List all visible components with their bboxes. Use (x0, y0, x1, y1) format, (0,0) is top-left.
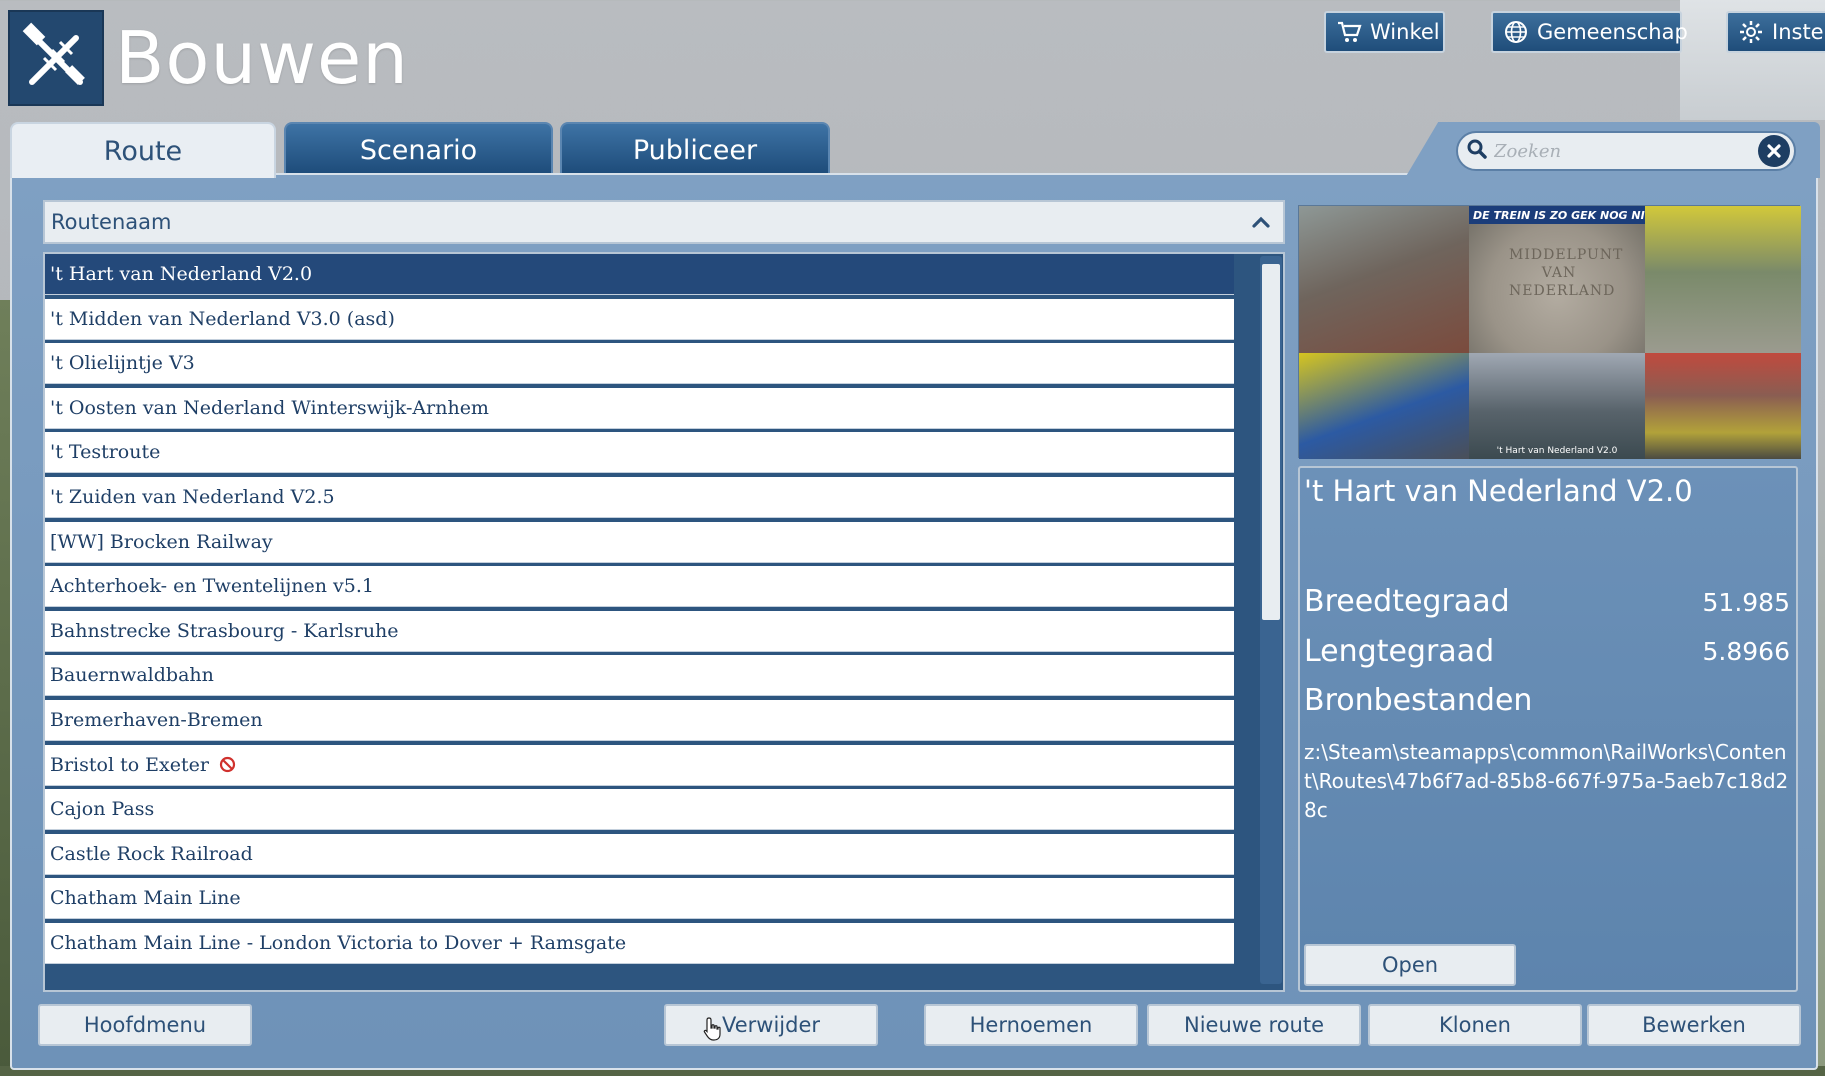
background-scenery-left (0, 300, 10, 1076)
route-row[interactable]: Chatham Main Line - London Victoria to D… (45, 922, 1234, 964)
edit-button[interactable]: Bewerken (1587, 1004, 1801, 1046)
route-row[interactable]: Bauernwaldbahn (45, 655, 1234, 697)
main-menu-button[interactable]: Hoofdmenu (38, 1004, 252, 1046)
tab-publish-label: Publiceer (632, 134, 758, 166)
route-details-title: 't Hart van Nederland V2.0 (1304, 474, 1693, 508)
globe-icon (1503, 19, 1529, 45)
tab-scenario-label: Scenario (359, 134, 478, 166)
gear-icon (1738, 19, 1764, 45)
latitude-label: Breedtegraad (1304, 584, 1510, 619)
route-row[interactable]: Bremerhaven-Bremen (45, 699, 1234, 741)
new-route-button[interactable]: Nieuwe route (1147, 1004, 1361, 1046)
preview-stone-photo: DE TREIN IS ZO GEK NOG NIET MIDDELPUNT V… (1469, 206, 1645, 353)
route-name: Bauernwaldbahn (50, 664, 214, 687)
rename-button[interactable]: Hernoemen (924, 1004, 1138, 1046)
shop-button[interactable]: Winkel (1324, 11, 1445, 53)
route-name: 't Testroute (50, 441, 161, 464)
open-button[interactable]: Open (1304, 944, 1516, 986)
route-name: [WW] Brocken Railway (50, 530, 273, 553)
longitude-label: Lengtegraad (1304, 634, 1495, 669)
new-route-label: Nieuwe route (1183, 1013, 1325, 1037)
route-row[interactable]: Bahnstrecke Strasbourg - Karlsruhe (45, 610, 1234, 652)
hammer-track-icon (8, 10, 104, 106)
route-name: 't Olielijntje V3 (50, 352, 195, 375)
route-row[interactable]: Achterhoek- en Twentelijnen v5.1 (45, 566, 1234, 608)
main-menu-label: Hoofdmenu (83, 1013, 207, 1037)
route-row[interactable]: 't Testroute (45, 432, 1234, 474)
route-name: Bristol to Exeter (50, 753, 209, 776)
route-name: Castle Rock Railroad (50, 842, 253, 865)
clone-button[interactable]: Klonen (1368, 1004, 1582, 1046)
route-row[interactable]: 't Olielijntje V3 (45, 343, 1234, 385)
shop-label: Winkel (1370, 20, 1440, 44)
route-details-panel: 't Hart van Nederland V2.0 Breedtegraad … (1298, 466, 1798, 992)
route-list: 't Hart van Nederland V2.0 't Midden van … (43, 252, 1285, 992)
scrollbar-thumb[interactable] (1262, 264, 1280, 620)
route-name: Bahnstrecke Strasbourg - Karlsruhe (50, 619, 399, 642)
tab-route[interactable]: Route (10, 122, 276, 178)
scrollbar[interactable] (1260, 256, 1282, 984)
community-label: Gemeenschap (1537, 20, 1688, 44)
app-title: Bouwen (115, 16, 409, 100)
settings-button[interactable]: Instel (1726, 11, 1825, 53)
community-button[interactable]: Gemeenschap (1491, 11, 1688, 53)
column-header-label: Routenaam (51, 210, 172, 234)
route-row[interactable]: 't Oosten van Nederland Winterswijk-Arnh… (45, 387, 1234, 429)
preview-stone-text: MIDDELPUNT VAN NEDERLAND (1509, 247, 1624, 299)
route-row[interactable]: 't Midden van Nederland V3.0 (asd) (45, 298, 1234, 340)
delete-button[interactable]: Verwijder (664, 1004, 878, 1046)
settings-label: Instel (1772, 20, 1825, 44)
preview-trains-photo (1645, 206, 1801, 353)
route-rows: 't Hart van Nederland V2.0 't Midden van … (45, 254, 1234, 968)
tab-publish[interactable]: Publiceer (560, 122, 830, 176)
route-name: 't Zuiden van Nederland V2.5 (50, 485, 335, 508)
route-row[interactable]: Cajon Pass (45, 789, 1234, 831)
route-row[interactable]: 't Zuiden van Nederland V2.5 (45, 476, 1234, 518)
cart-icon (1336, 19, 1362, 45)
preview-platform-photo: 't Hart van Nederland V2.0 (1469, 353, 1645, 459)
hand-cursor-icon (703, 1016, 723, 1042)
preview-banner: DE TREIN IS ZO GEK NOG NIET (1469, 206, 1645, 224)
preview-caption: 't Hart van Nederland V2.0 (1496, 446, 1618, 456)
latitude-value: 51.985 (1702, 588, 1790, 617)
route-name: Chatham Main Line (50, 887, 241, 910)
clone-label: Klonen (1439, 1013, 1511, 1037)
route-row[interactable]: [WW] Brocken Railway (45, 521, 1234, 563)
chevron-up-icon[interactable] (1249, 210, 1273, 234)
tab-route-label: Route (103, 135, 183, 167)
route-row[interactable]: Bristol to Exeter (45, 744, 1234, 786)
route-name: 't Midden van Nederland V3.0 (asd) (50, 307, 395, 330)
preview-station-photo (1299, 206, 1469, 353)
route-row[interactable]: Castle Rock Railroad (45, 833, 1234, 875)
search-field[interactable] (1456, 131, 1796, 171)
forbidden-icon (219, 756, 236, 773)
tab-scenario[interactable]: Scenario (284, 122, 553, 176)
route-preview-image: DE TREIN IS ZO GEK NOG NIET MIDDELPUNT V… (1298, 205, 1801, 459)
route-name-column-header[interactable]: Routenaam (43, 200, 1285, 244)
preview-red-train-photo (1645, 353, 1801, 459)
route-name: Chatham Main Line - London Victoria to D… (50, 931, 627, 954)
route-name: 't Hart van Nederland V2.0 (50, 263, 313, 285)
route-name: Achterhoek- en Twentelijnen v5.1 (50, 575, 375, 598)
preview-yellow-train-photo (1299, 353, 1469, 459)
route-name: 't Oosten van Nederland Winterswijk-Arnh… (50, 396, 489, 419)
clear-search-icon[interactable] (1758, 135, 1790, 167)
sources-label: Bronbestanden (1304, 683, 1533, 718)
search-icon (1466, 138, 1488, 164)
delete-label: Verwijder (721, 1013, 821, 1037)
open-button-label: Open (1381, 953, 1439, 977)
route-name: Cajon Pass (50, 798, 155, 821)
search-input[interactable] (1494, 140, 1744, 162)
source-path: z:\Steam\steamapps\common\RailWorks\Cont… (1304, 740, 1789, 822)
route-row[interactable]: Chatham Main Line (45, 878, 1234, 920)
route-row[interactable]: 't Hart van Nederland V2.0 (45, 254, 1234, 295)
route-name: Bremerhaven-Bremen (50, 708, 263, 731)
rename-label: Hernoemen (969, 1013, 1093, 1037)
longitude-value: 5.8966 (1702, 637, 1790, 666)
edit-label: Bewerken (1642, 1013, 1746, 1037)
